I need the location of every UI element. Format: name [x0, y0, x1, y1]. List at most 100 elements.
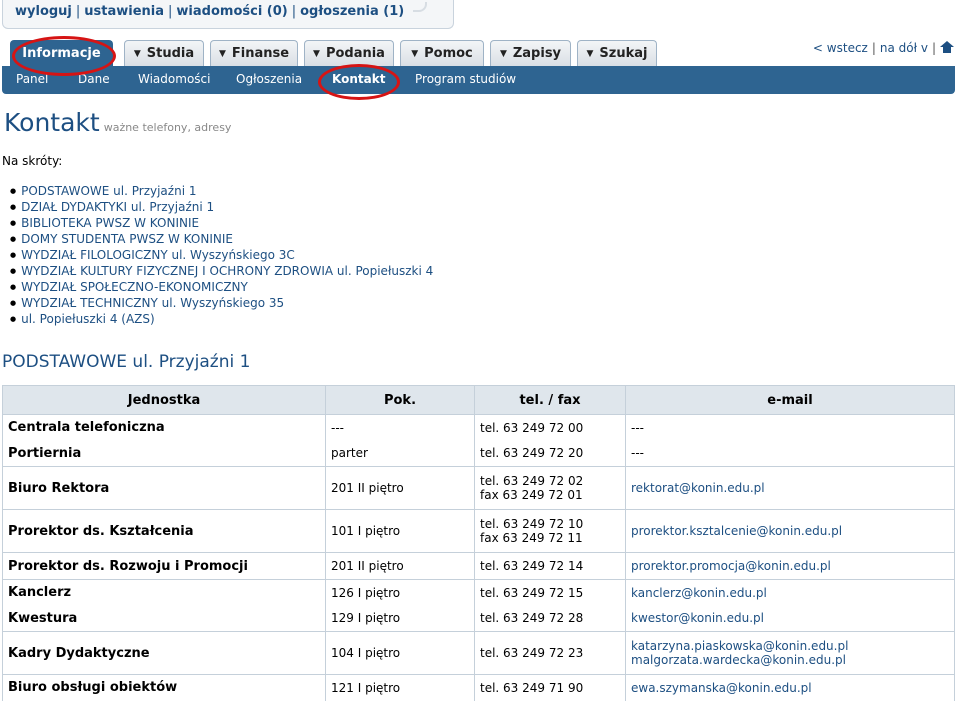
email-link[interactable]: kwestor@konin.edu.pl — [625, 605, 955, 632]
phone-cell: tel. 63 249 72 20 — [474, 440, 626, 467]
tab-label: Zapisy — [512, 46, 562, 61]
email-link[interactable]: prorektor.promocja@konin.edu.pl — [625, 552, 955, 580]
phone-cell: tel. 63 249 72 10 fax 63 249 72 11 — [474, 509, 626, 553]
subnav-wiadomosci[interactable]: Wiadomości — [138, 72, 210, 86]
unit-name: Biuro Rektora — [2, 466, 326, 510]
room-cell: parter — [325, 440, 475, 467]
unit-name: Centrala telefoniczna — [2, 414, 326, 441]
table-row: Centrala telefoniczna --- tel. 63 249 72… — [2, 414, 955, 441]
room-cell: 121 I piętro — [325, 674, 475, 701]
phone-cell: tel. 63 249 72 15 — [474, 579, 626, 606]
email-cell: --- — [625, 414, 955, 441]
email-link[interactable]: prorektor.ksztalcenie@konin.edu.pl — [625, 509, 955, 553]
tab-finanse[interactable]: ▼ Finanse — [210, 40, 298, 66]
separator: | — [168, 4, 173, 19]
table-row: Biuro Rektora 201 II piętro tel. 63 249 … — [2, 466, 955, 510]
room-cell: 129 I piętro — [325, 605, 475, 632]
unit-name: Kwestura — [2, 605, 326, 632]
email-link[interactable]: rektorat@konin.edu.pl — [625, 466, 955, 510]
email-cell: --- — [625, 440, 955, 467]
tab-szukaj[interactable]: ▼ Szukaj — [577, 40, 657, 66]
page-nav-links: < wstecz | na dół v | — [813, 41, 954, 55]
fax-line: fax 63 249 72 11 — [480, 531, 583, 545]
settings-link[interactable]: ustawienia — [84, 4, 164, 19]
user-menu: wyloguj | ustawienia | wiadomości (0) | ogłosz… — [2, 0, 454, 29]
title-text: Kontakt — [4, 108, 100, 137]
shortcut-link[interactable]: PODSTAWOWE ul. Przyjaźni 1 — [10, 183, 433, 199]
table-row: Portiernia parter tel. 63 249 72 20 --- — [2, 440, 955, 467]
email-link[interactable]: malgorzata.wardecka@konin.edu.pl — [631, 653, 949, 667]
table-row: Biuro obsługi obiektów 121 I piętro tel.… — [2, 674, 955, 701]
email-link[interactable]: katarzyna.piaskowska@konin.edu.pl — [631, 639, 949, 653]
shortcut-link[interactable]: DZIAŁ DYDAKTYKI ul. Przyjaźni 1 — [10, 199, 433, 215]
table-row: Kanclerz 126 I piętro tel. 63 249 72 15 … — [2, 579, 955, 606]
tab-pomoc[interactable]: ▼ Pomoc — [400, 40, 484, 66]
section-title: PODSTAWOWE ul. Przyjaźni 1 — [2, 352, 251, 372]
phone-line: tel. 63 249 72 02 — [480, 474, 584, 488]
announcements-link[interactable]: ogłoszenia (1) — [300, 4, 404, 19]
highlight-circle — [12, 36, 116, 76]
back-link[interactable]: < wstecz — [813, 41, 868, 55]
tab-label: Szukaj — [599, 46, 648, 61]
chevron-down-icon: ▼ — [411, 48, 419, 59]
shortcut-list: PODSTAWOWE ul. Przyjaźni 1 DZIAŁ DYDAKTY… — [10, 183, 433, 327]
tab-label: Finanse — [231, 46, 290, 61]
email-link[interactable]: ewa.szymanska@konin.edu.pl — [625, 674, 955, 701]
shortcut-link[interactable]: BIBLIOTEKA PWSZ W KONINIE — [10, 215, 433, 231]
shortcut-link[interactable]: DOMY STUDENTA PWSZ W KONINIE — [10, 231, 433, 247]
down-link[interactable]: na dół v — [880, 41, 928, 55]
unit-name: Biuro obsługi obiektów — [2, 674, 326, 701]
highlight-circle — [318, 64, 400, 100]
separator: | — [291, 4, 297, 19]
phone-cell: tel. 63 249 72 23 — [474, 631, 626, 675]
room-cell: 201 II piętro — [325, 466, 475, 510]
messages-link[interactable]: wiadomości (0) — [176, 4, 287, 19]
email-link[interactable]: kanclerz@konin.edu.pl — [625, 579, 955, 606]
column-header: Pok. — [325, 385, 475, 415]
column-header: tel. / fax — [474, 385, 626, 415]
subnav-program-studiow[interactable]: Program studiów — [415, 72, 516, 86]
room-cell: 101 I piętro — [325, 509, 475, 553]
phone-line: tel. 63 249 72 10 — [480, 517, 584, 531]
room-cell: 104 I piętro — [325, 631, 475, 675]
unit-name: Portiernia — [2, 440, 326, 467]
shortcut-link[interactable]: WYDZIAŁ KULTURY FIZYCZNEJ I OCHRONY ZDRO… — [10, 263, 433, 279]
table-row: Kwestura 129 I piętro tel. 63 249 72 28 … — [2, 605, 955, 632]
chevron-down-icon: ▼ — [313, 48, 320, 59]
page-title: Kontakt ważne telefony, adresy — [4, 108, 231, 137]
shortcut-link[interactable]: WYDZIAŁ FILOLOGICZNY ul. Wyszyńskiego 3C — [10, 247, 433, 263]
page-subtitle: ważne telefony, adresy — [103, 121, 232, 134]
shortcut-link[interactable]: WYDZIAŁ SPOŁECZNO-EKONOMICZNY — [10, 279, 433, 295]
separator: | — [931, 41, 936, 55]
shortcut-link[interactable]: ul. Popiełuszki 4 (AZS) — [10, 311, 433, 327]
room-cell: 201 II piętro — [325, 552, 475, 580]
room-cell: --- — [325, 414, 475, 441]
chevron-down-icon: ▼ — [133, 48, 141, 59]
separator: | — [871, 41, 876, 55]
unit-name: Prorektor ds. Kształcenia — [2, 509, 326, 553]
logout-link[interactable]: wyloguj — [15, 4, 72, 19]
contact-table: Jednostka Pok. tel. / fax e-mail Central… — [2, 385, 955, 701]
home-icon[interactable] — [940, 41, 954, 53]
email-cell: katarzyna.piaskowska@konin.edu.pl malgorz… — [625, 631, 955, 675]
unit-name: Prorektor ds. Rozwoju i Promocji — [2, 552, 326, 580]
room-cell: 126 I piętro — [325, 579, 475, 606]
phone-cell: tel. 63 249 71 90 — [474, 674, 626, 701]
subnav-ogloszenia[interactable]: Ogłoszenia — [236, 72, 302, 86]
tab-zapisy[interactable]: ▼ Zapisy — [490, 40, 571, 66]
separator: | — [75, 4, 81, 19]
phone-cell: tel. 63 249 72 28 — [474, 605, 626, 632]
chevron-down-icon: ▼ — [586, 48, 594, 59]
phone-cell: tel. 63 249 72 14 — [474, 552, 626, 580]
tab-label: Studia — [146, 46, 195, 61]
tab-studia[interactable]: ▼ Studia — [124, 40, 204, 66]
sub-navigation: Panel Dane Wiadomości Ogłoszenia Kontakt… — [2, 66, 955, 94]
chevron-down-icon: ▼ — [218, 48, 226, 59]
shortcuts-label: Na skróty: — [2, 154, 63, 168]
tab-podania[interactable]: ▼ Podania — [304, 40, 394, 66]
tab-label: Pomoc — [424, 46, 473, 61]
column-header: Jednostka — [2, 385, 326, 415]
tab-label: Podania — [325, 46, 385, 61]
shortcut-link[interactable]: WYDZIAŁ TECHNICZNY ul. Wyszyńskiego 35 — [10, 295, 433, 311]
phone-cell: tel. 63 249 72 02 fax 63 249 72 01 — [474, 466, 626, 510]
